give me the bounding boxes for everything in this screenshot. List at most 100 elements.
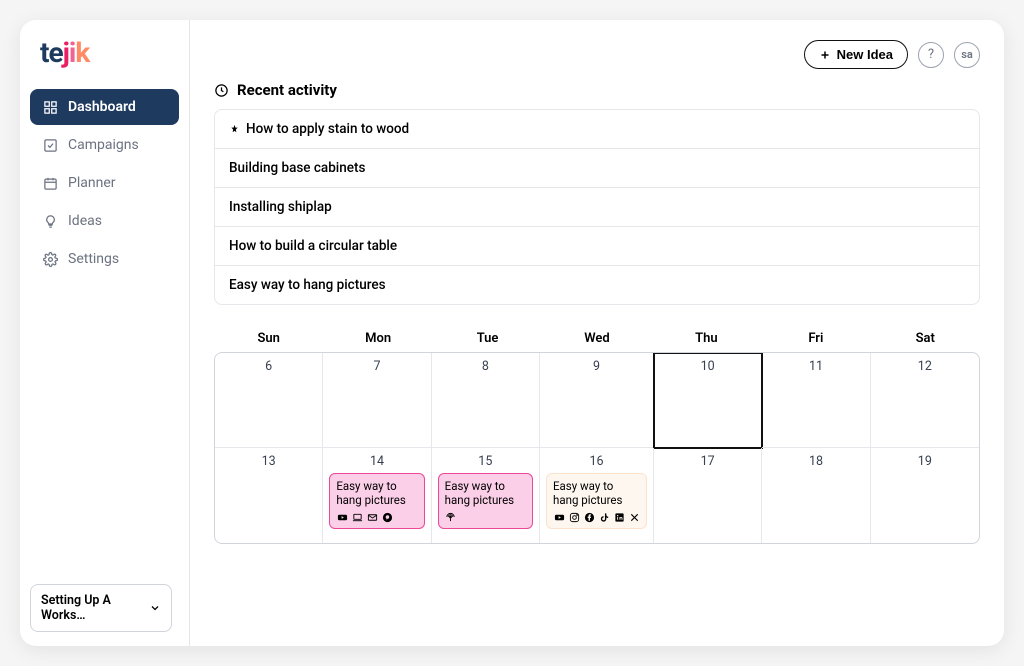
day-header: Mon <box>323 325 432 352</box>
nav-label: Campaigns <box>68 137 139 153</box>
sidebar-item-campaigns[interactable]: Campaigns <box>30 127 179 163</box>
cal-date: 7 <box>329 359 424 374</box>
cal-date: 16 <box>546 454 647 469</box>
calendar-cell[interactable]: 19 <box>871 448 979 543</box>
event-icons <box>553 512 640 524</box>
event-title: Easy way to hang pictures <box>553 479 640 508</box>
calendar-event[interactable]: Easy way to hang pictures <box>329 473 424 529</box>
topbar: New Idea ? sa <box>214 40 980 69</box>
workspace-switcher[interactable]: Setting Up A Works… <box>30 584 172 632</box>
cal-date: 17 <box>660 454 755 469</box>
linkedin-icon <box>613 512 625 524</box>
chevron-down-icon <box>149 602 161 614</box>
sidebar-item-dashboard[interactable]: Dashboard <box>30 89 179 125</box>
cal-date: 11 <box>768 359 863 374</box>
activity-item[interactable]: How to apply stain to wood <box>215 110 979 149</box>
calendar-cell[interactable]: 12 <box>871 353 979 448</box>
plus-icon <box>819 49 831 61</box>
event-icons <box>336 512 417 524</box>
logo: tejik <box>30 36 179 89</box>
new-idea-button[interactable]: New Idea <box>804 40 908 69</box>
calendar-event[interactable]: Easy way to hang pictures <box>546 473 647 529</box>
calendar-cell[interactable]: 17 <box>654 448 762 543</box>
grid-icon <box>42 99 58 115</box>
clock-icon <box>214 83 229 98</box>
cal-date: 19 <box>877 454 973 469</box>
event-title: Easy way to hang pictures <box>445 479 526 508</box>
cal-date: 8 <box>438 359 533 374</box>
cal-date: 12 <box>877 359 973 374</box>
activity-item[interactable]: Installing shiplap <box>215 188 979 227</box>
day-header: Fri <box>761 325 870 352</box>
cal-date: 6 <box>221 359 316 374</box>
calendar-cell[interactable]: 15 Easy way to hang pictures <box>432 448 540 543</box>
sidebar-item-settings[interactable]: Settings <box>30 241 179 277</box>
recent-activity-heading: Recent activity <box>214 81 980 99</box>
nav-label: Settings <box>68 251 119 267</box>
calendar-cell[interactable]: 9 <box>540 353 654 448</box>
day-header: Tue <box>433 325 542 352</box>
calendar-event[interactable]: Easy way to hang pictures <box>438 473 533 529</box>
activity-item[interactable]: Building base cabinets <box>215 149 979 188</box>
calendar-header: Sun Mon Tue Wed Thu Fri Sat <box>214 325 980 352</box>
nav-label: Planner <box>68 175 115 191</box>
nav-label: Ideas <box>68 213 102 229</box>
tiktok-icon <box>598 512 610 524</box>
calendar-cell[interactable]: 18 <box>762 448 870 543</box>
sidebar-item-ideas[interactable]: Ideas <box>30 203 179 239</box>
nav-label: Dashboard <box>68 99 136 115</box>
activity-label: How to apply stain to wood <box>246 121 409 137</box>
laptop-icon <box>351 512 363 524</box>
main-content: New Idea ? sa Recent activity How to app… <box>190 20 1004 646</box>
cal-date: 18 <box>768 454 863 469</box>
day-header: Thu <box>652 325 761 352</box>
mail-icon <box>366 512 378 524</box>
workspace-label: Setting Up A Works… <box>41 593 149 623</box>
day-header: Sun <box>214 325 323 352</box>
calendar-cell[interactable]: 13 <box>215 448 323 543</box>
check-square-icon <box>42 137 58 153</box>
cal-date: 13 <box>221 454 316 469</box>
app-frame: tejik Dashboard Campaigns Planner Ideas … <box>20 20 1004 646</box>
sidebar-item-planner[interactable]: Planner <box>30 165 179 201</box>
cal-date: 10 <box>660 359 755 374</box>
help-button[interactable]: ? <box>918 42 944 68</box>
avatar-initials: sa <box>961 48 973 61</box>
event-icons <box>445 512 526 524</box>
calendar-cell-today[interactable]: 10 <box>654 353 762 448</box>
instagram-icon <box>568 512 580 524</box>
day-header: Sat <box>871 325 980 352</box>
calendar-icon <box>42 175 58 191</box>
new-idea-label: New Idea <box>837 47 893 62</box>
bulb-icon <box>42 213 58 229</box>
calendar-cell[interactable]: 16 Easy way to hang pictures <box>540 448 654 543</box>
youtube-icon <box>336 512 348 524</box>
cal-date: 15 <box>438 454 533 469</box>
cal-date: 9 <box>546 359 647 374</box>
calendar-grid: 6 7 8 9 10 11 12 13 14 Easy way to hang … <box>214 352 980 544</box>
calendar-cell[interactable]: 11 <box>762 353 870 448</box>
pinterest-icon <box>381 512 393 524</box>
facebook-icon <box>583 512 595 524</box>
nav: Dashboard Campaigns Planner Ideas Settin… <box>30 89 179 277</box>
activity-list: How to apply stain to wood Building base… <box>214 109 980 305</box>
youtube-icon <box>553 512 565 524</box>
event-title: Easy way to hang pictures <box>336 479 417 508</box>
logo-text: tejik <box>40 36 89 69</box>
activity-label: How to build a circular table <box>229 238 397 254</box>
activity-item[interactable]: How to build a circular table <box>215 227 979 266</box>
calendar-cell[interactable]: 14 Easy way to hang pictures <box>323 448 431 543</box>
section-title-text: Recent activity <box>237 81 337 99</box>
activity-label: Building base cabinets <box>229 160 365 176</box>
pin-icon <box>229 124 240 135</box>
calendar-cell[interactable]: 6 <box>215 353 323 448</box>
activity-label: Installing shiplap <box>229 199 332 215</box>
avatar[interactable]: sa <box>954 42 980 68</box>
calendar-cell[interactable]: 8 <box>432 353 540 448</box>
cal-date: 14 <box>329 454 424 469</box>
help-icon: ? <box>928 47 934 62</box>
day-header: Wed <box>542 325 651 352</box>
calendar: Sun Mon Tue Wed Thu Fri Sat 6 7 8 9 10 1… <box>214 325 980 544</box>
activity-item[interactable]: Easy way to hang pictures <box>215 266 979 304</box>
calendar-cell[interactable]: 7 <box>323 353 431 448</box>
